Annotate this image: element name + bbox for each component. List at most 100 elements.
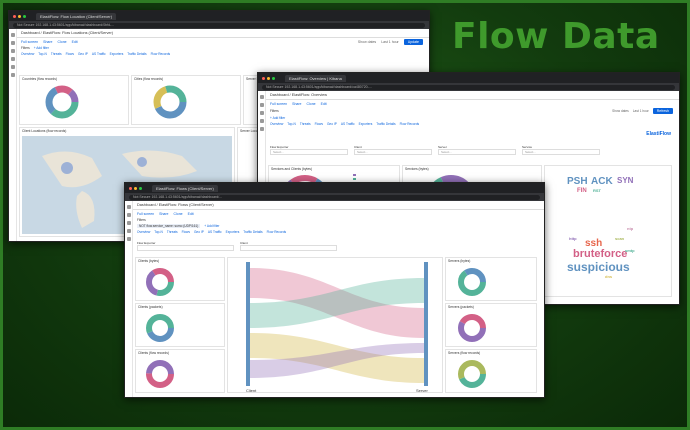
- nav-flows[interactable]: Flows: [66, 52, 74, 56]
- close-icon[interactable]: [13, 14, 16, 18]
- menu-clone[interactable]: Clone: [173, 212, 182, 216]
- client-select[interactable]: [240, 245, 337, 251]
- menu-edit[interactable]: Edit: [321, 102, 327, 106]
- visualize-icon[interactable]: [260, 111, 264, 115]
- service-select[interactable]: Select...: [522, 149, 600, 155]
- settings-icon[interactable]: [11, 73, 15, 77]
- menu-share[interactable]: Share: [292, 102, 301, 106]
- settings-icon[interactable]: [127, 237, 131, 241]
- menu-edit[interactable]: Edit: [72, 40, 78, 44]
- menu-edit[interactable]: Edit: [188, 212, 194, 216]
- timelion-icon[interactable]: [11, 65, 15, 69]
- minimize-icon[interactable]: [134, 186, 137, 190]
- kibana-logo-icon[interactable]: [11, 33, 15, 37]
- time-picker[interactable]: Last 1 hour: [633, 109, 649, 113]
- dashboard-icon[interactable]: [127, 229, 131, 233]
- browser-window-flows: ElastiFlow: Flows (Client/Server) Not Se…: [124, 182, 545, 398]
- url-text[interactable]: Not Secure 192.168.1.43:5601/app/kibana#…: [129, 194, 540, 200]
- nav-top-n[interactable]: Top-N: [154, 230, 163, 234]
- nav-threats[interactable]: Threats: [300, 122, 311, 126]
- nav-flow-records[interactable]: Flow Records: [267, 230, 287, 234]
- nav-traffic-details[interactable]: Traffic Details: [127, 52, 146, 56]
- browser-tab[interactable]: ElastiFlow: Overview | Kibana: [285, 74, 346, 82]
- add-filter-link[interactable]: + Add filter: [34, 46, 49, 50]
- menu-full-screen[interactable]: Full screen: [21, 40, 38, 44]
- discover-icon[interactable]: [11, 41, 15, 45]
- maximize-icon[interactable]: [272, 76, 275, 80]
- nav-exporters[interactable]: Exporters: [226, 230, 240, 234]
- nav-as-traffic[interactable]: AS Traffic: [208, 230, 222, 234]
- menu-full-screen[interactable]: Full screen: [137, 212, 154, 216]
- exporter-select[interactable]: Select...: [270, 149, 348, 155]
- nav-flows[interactable]: Flows: [315, 122, 323, 126]
- exporter-select[interactable]: [137, 245, 234, 251]
- settings-icon[interactable]: [260, 127, 264, 131]
- panel-cities: Cities (flow records): [131, 75, 241, 125]
- nav-traffic-details[interactable]: Traffic Details: [376, 122, 395, 126]
- menu-share[interactable]: Share: [43, 40, 52, 44]
- menu-clone[interactable]: Clone: [57, 40, 66, 44]
- browser-tab[interactable]: ElastiFlow: Flows (Client/Server): [152, 184, 218, 192]
- nav-overview[interactable]: Overview: [270, 122, 283, 126]
- refresh-button[interactable]: Refresh: [652, 108, 673, 114]
- address-bar[interactable]: Not Secure 192.168.1.43:5601/app/kibana#…: [258, 83, 679, 91]
- discover-icon[interactable]: [260, 103, 264, 107]
- close-icon[interactable]: [262, 76, 265, 80]
- control-selects: Flow Exporter Client: [137, 241, 337, 251]
- nav-flows[interactable]: Flows: [182, 230, 190, 234]
- server-select[interactable]: Select...: [438, 149, 516, 155]
- maximize-icon[interactable]: [23, 14, 26, 18]
- menu-clone[interactable]: Clone: [306, 102, 315, 106]
- word: RST: [593, 188, 601, 193]
- nav-overview[interactable]: Overview: [137, 230, 150, 234]
- nav-geo-ip[interactable]: Geo IP: [78, 52, 88, 56]
- sankey-axis-client: Client: [246, 388, 257, 393]
- nav-traffic-details[interactable]: Traffic Details: [243, 230, 262, 234]
- maximize-icon[interactable]: [139, 186, 142, 190]
- update-button[interactable]: Update: [403, 38, 423, 45]
- browser-tab[interactable]: ElastiFlow: Flow Location (Client/Server…: [36, 12, 117, 20]
- minimize-icon[interactable]: [18, 14, 21, 18]
- nav-geo-ip[interactable]: Geo IP: [194, 230, 204, 234]
- sankey-chart: Client Server: [246, 262, 428, 393]
- nav-exporters[interactable]: Exporters: [359, 122, 373, 126]
- show-dates[interactable]: Show dates: [612, 109, 629, 113]
- add-filter-link[interactable]: + Add filter: [204, 224, 219, 228]
- filter-label: Filters: [21, 46, 30, 50]
- client-select[interactable]: Select...: [354, 149, 432, 155]
- time-picker[interactable]: Last 1 hour: [381, 40, 399, 44]
- discover-icon[interactable]: [127, 213, 131, 217]
- nav-top-n[interactable]: Top-N: [287, 122, 296, 126]
- filter-chip[interactable]: NOT flow.service_name: sumo (UDP/161): [137, 224, 201, 228]
- visualize-icon[interactable]: [127, 221, 131, 225]
- nav-flow-records[interactable]: Flow Records: [400, 122, 420, 126]
- nav-as-traffic[interactable]: AS Traffic: [341, 122, 355, 126]
- url-text[interactable]: Not Secure 192.168.1.43:5601/app/kibana#…: [13, 22, 425, 28]
- dashboard-menu: Full screen Share Clone Edit Show dates …: [9, 38, 429, 45]
- dashboard-icon[interactable]: [260, 119, 264, 123]
- add-filter-link[interactable]: + Add filter: [270, 116, 285, 120]
- nav-threats[interactable]: Threats: [51, 52, 62, 56]
- nav-as-traffic[interactable]: AS Traffic: [92, 52, 106, 56]
- dashboard-icon[interactable]: [11, 57, 15, 61]
- show-dates[interactable]: Show dates: [358, 40, 376, 44]
- minimize-icon[interactable]: [267, 76, 270, 80]
- nav-threats[interactable]: Threats: [167, 230, 178, 234]
- donut-chart: [146, 268, 174, 296]
- menu-full-screen[interactable]: Full screen: [270, 102, 287, 106]
- nav-flow-records[interactable]: Flow Records: [151, 52, 171, 56]
- address-bar[interactable]: Not Secure 192.168.1.43:5601/app/kibana#…: [9, 21, 429, 29]
- nav-geo-ip[interactable]: Geo IP: [327, 122, 337, 126]
- menu-share[interactable]: Share: [159, 212, 168, 216]
- visualize-icon[interactable]: [11, 49, 15, 53]
- close-icon[interactable]: [129, 186, 132, 190]
- panel-sankey: Client Server: [227, 257, 443, 393]
- kibana-logo-icon[interactable]: [127, 205, 131, 209]
- url-text[interactable]: Not Secure 192.168.1.43:5601/app/kibana#…: [262, 84, 675, 90]
- kibana-logo-icon[interactable]: [260, 95, 264, 99]
- nav-exporters[interactable]: Exporters: [110, 52, 124, 56]
- nav-overview[interactable]: Overview: [21, 52, 34, 56]
- nav-top-n[interactable]: Top-N: [38, 52, 47, 56]
- tab-strip: ElastiFlow: Flows (Client/Server): [125, 183, 544, 193]
- address-bar[interactable]: Not Secure 192.168.1.43:5601/app/kibana#…: [125, 193, 544, 201]
